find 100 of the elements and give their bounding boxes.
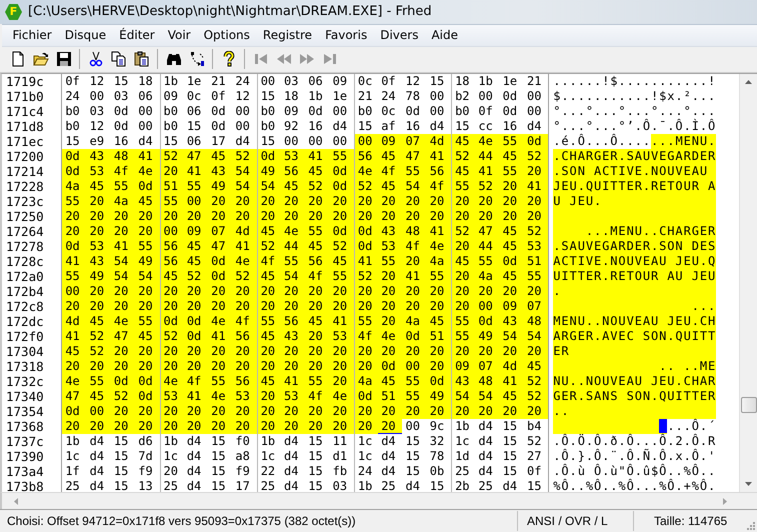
offset-cell: 17228 (6, 178, 44, 194)
ascii-text: ...Ô.´ (667, 418, 716, 434)
menu-item[interactable]: Voir (161, 26, 198, 44)
hex-bytes: 20 20 20 20 20 20 20 20 20 20 20 20 20 20 (62, 418, 402, 434)
offset-cell: 172b4 (6, 284, 44, 299)
app-icon: F (5, 3, 22, 20)
ascii-text: ...MENU. (651, 134, 716, 149)
ascii-text: ACTIVE.NOUVEAU JEU.Q (553, 254, 716, 269)
offset-cell: 17340 (6, 388, 44, 404)
offset-cell: 172a0 (6, 268, 44, 284)
scroll-down-arrow-icon[interactable] (745, 482, 752, 486)
hex-bytes: 0d 53 41 55 56 45 47 41 52 44 45 52 0d 53 4f 4e 20 44 45 53 (62, 238, 548, 254)
menu-item[interactable]: Registre (256, 26, 319, 44)
scissors-icon[interactable] (88, 51, 104, 68)
question-mark-icon[interactable] (220, 51, 236, 68)
ascii-text: .. (553, 404, 716, 419)
binoculars-icon[interactable] (166, 51, 182, 68)
menu-item[interactable]: Divers (374, 26, 425, 44)
offset-cell: 171c4 (6, 104, 44, 119)
offset-cell: 17304 (6, 344, 44, 359)
hex-bytes: 45 52 20 20 20 20 20 20 20 20 20 20 20 20 20 20 20 20 20 20 (62, 344, 548, 359)
offset-cell: 171ec (6, 134, 44, 149)
hex-bytes: 24 00 03 06 09 0c 0f 12 15 18 1b 1e 21 24 78 00 b2 00 0d 00 (64, 88, 542, 104)
ascii-text: ... (553, 298, 716, 314)
ascii-text: ER (553, 344, 716, 359)
hex-bytes: 20 20 20 20 00 09 07 4d 45 4e 55 0d 0d 43 48 41 52 47 45 52 (62, 224, 548, 239)
menu-item[interactable]: Favoris (318, 26, 374, 44)
hex-bytes: b0 03 0d 00 b0 06 0d 00 b0 09 0d 00 b0 0c 0d 00 b0 0f 0d 00 (64, 104, 542, 119)
offset-cell: 1732c (6, 374, 44, 389)
hex-bytes: 1b d4 15 d6 1b d4 15 f0 1b d4 15 11 1c d4 15 32 1c d4 15 52 (64, 434, 542, 449)
ascii-text: .Ô.Ö.Ô.ð.Ô...Ô.2.Ô.R (553, 434, 716, 448)
offset-cell: 17368 (6, 418, 44, 434)
status-mode: ANSI / OVR / L (517, 511, 633, 532)
scroll-up-arrow-icon[interactable] (745, 80, 752, 84)
copy-icon[interactable] (110, 51, 126, 68)
hex-bytes: 1f d4 15 f9 20 d4 15 f9 22 d4 15 fb 24 d4 15 0b 25 d4 15 0f (64, 464, 542, 479)
hex-bytes: 55 49 54 54 45 52 0d 52 45 54 4f 55 52 20 41 55 20 4a 45 55 (62, 268, 548, 284)
hex-bytes: 0d 00 20 20 20 20 20 20 20 20 20 20 20 20 20 20 20 20 20 20 (62, 404, 548, 419)
ascii-text: UITTER.RETOUR AU JEU (553, 268, 716, 284)
ascii-text: .Ô.ù Ô.ù"Ô.û$Ô..%Ô.. (553, 464, 716, 478)
offset-cell: 17264 (6, 224, 44, 239)
ascii-text: ARGER.AVEC SON.QUITT (553, 328, 716, 344)
ascii-text: ...MENU..CHARGER (553, 224, 716, 239)
menu-item[interactable]: Disque (58, 26, 113, 44)
menu-item[interactable]: Fichier (6, 26, 58, 44)
hex-bytes: 0d 53 4f 4e 20 41 43 54 49 56 45 0d 4e 4f 55 56 45 41 55 20 (62, 164, 548, 179)
ascii-text: .. ..ME (553, 358, 716, 374)
ascii-text: GER.SANS SON.QUITTER (553, 388, 716, 404)
clipboard-icon[interactable] (134, 51, 150, 68)
offset-cell: 172c8 (6, 298, 44, 314)
ascii-text: .Ô.}.Ô.¨.Ô.Ñ.Ô.x.Ô.' (553, 448, 716, 464)
offset-cell: 17318 (6, 358, 44, 374)
offset-cell: 17390 (6, 448, 44, 464)
ascii-text: %Ô..%Ô..%Ô...%Ô.+%Ô. (553, 478, 716, 492)
resize-grip-icon[interactable] (745, 520, 755, 530)
offset-cell: 1723c (6, 194, 44, 209)
hex-bytes: 0d 43 48 41 52 47 45 52 0d 53 41 55 56 45 47 41 52 44 45 52 (62, 148, 548, 164)
offset-cell: 1728c (6, 254, 44, 269)
menu-item[interactable]: Éditer (112, 26, 162, 44)
ascii-text: .CHARGER.SAUVEGARDER (553, 148, 716, 164)
hex-bytes: 20 20 20 20 20 20 20 20 20 20 20 20 20 20 20 20 20 20 20 20 (62, 208, 548, 224)
hex-bytes: 47 45 52 0d 53 41 4e 53 20 53 4f 4e 0d 51 55 49 54 54 45 52 (62, 388, 548, 404)
ascii-text: ......!$...........! (553, 74, 716, 89)
ascii-text: °...°...°...°...°... (553, 104, 716, 118)
hex-bytes: 55 20 4a 45 55 00 20 20 20 20 20 20 20 20 20 20 20 20 20 20 (62, 194, 548, 209)
menu-item[interactable]: Aide (424, 26, 464, 44)
ascii-text: NU..NOUVEAU JEU.CHAR (553, 374, 716, 389)
offset-cell: 173b8 (6, 478, 44, 492)
ascii-text: .SON ACTIVE.NOUVEAU (553, 164, 716, 179)
ascii-text: MENU..NOUVEAU JEU.CH (553, 314, 716, 329)
scroll-thumb[interactable] (741, 396, 757, 413)
new-file-icon[interactable] (10, 51, 26, 68)
ascii-text: . (553, 284, 716, 299)
hex-bytes: 41 52 47 45 52 0d 41 56 45 43 20 53 4f 4e 0d 51 55 49 54 54 (62, 328, 548, 344)
hex-bytes: 4a 45 55 0d 51 55 49 54 54 45 52 0d 52 45 54 4f 55 52 20 41 (62, 178, 548, 194)
hex-bytes: 00 20 20 20 20 20 20 20 20 20 20 20 20 20 20 20 20 20 20 20 (62, 284, 548, 299)
offset-cell: 1719c (6, 74, 44, 89)
hex-bytes: 41 43 54 49 56 45 0d 4e 4f 55 56 45 41 55 20 4a 45 55 0d 51 (62, 254, 548, 269)
text-cursor (659, 418, 668, 433)
ascii-text: °...°...°’.Ô.¯.Ô.Ì.Ô (553, 118, 716, 134)
hex-bytes: 20 20 20 20 20 20 20 20 20 20 20 20 20 20 20 20 20 00 09 07 (62, 298, 548, 314)
hex-bytes: 1c d4 15 7d 1c d4 15 a8 1c d4 15 d1 1c d4 15 78 1d d4 15 27 (64, 448, 542, 464)
ascii-text: U JEU. (553, 194, 716, 209)
ascii-text: JEU.QUITTER.RETOUR A (553, 178, 716, 194)
offset-cell: 17250 (6, 208, 44, 224)
open-folder-icon[interactable] (32, 51, 48, 68)
offset-cell: 17214 (6, 164, 44, 179)
menu-item[interactable]: Options (197, 26, 256, 44)
offset-cell: 173a4 (6, 464, 44, 479)
offset-cell: 17354 (6, 404, 44, 419)
hex-bytes: 00 09 07 4d 45 4e 55 0d (354, 134, 548, 149)
replace-icon[interactable] (188, 51, 204, 68)
offset-cell: 1737c (6, 434, 44, 449)
vertical-scrollbar[interactable] (739, 74, 757, 492)
hex-bytes: 00 9c 1b d4 15 b4 (404, 418, 542, 434)
hex-bytes: 4e 55 0d 0d 4e 4f 55 56 45 41 55 20 4a 45 55 0d 43 48 41 52 (62, 374, 548, 389)
offset-cell: 17278 (6, 238, 44, 254)
offset-cell: 17200 (6, 148, 44, 164)
offset-cell: 172f0 (6, 328, 44, 344)
ascii-text: $...........!$x.²... (553, 88, 716, 104)
